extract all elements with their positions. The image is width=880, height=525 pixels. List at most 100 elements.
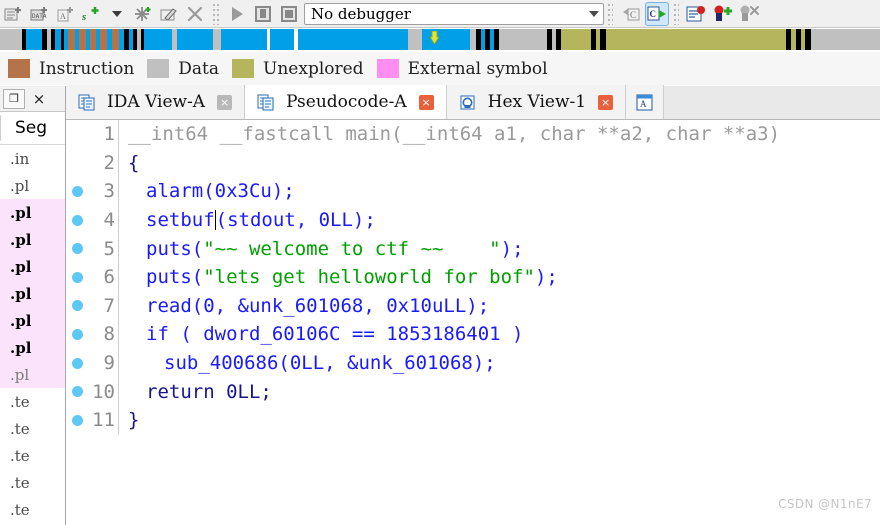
- decompile-icon[interactable]: C: [645, 1, 669, 26]
- nav-segment[interactable]: [112, 29, 119, 50]
- code-line[interactable]: 5 puts("~~ welcome to ctf ~~ ");: [66, 234, 880, 263]
- nav-segment[interactable]: [499, 29, 547, 50]
- segment-row[interactable]: .pl: [0, 280, 65, 307]
- dropdown-arrow-icon[interactable]: [105, 2, 129, 26]
- debugger-select-value: No debugger: [311, 4, 411, 23]
- legend-label: Data: [178, 58, 220, 79]
- legend-item: Instruction: [8, 59, 134, 79]
- code-line[interactable]: 10 return 0LL;: [66, 377, 880, 406]
- code-line[interactable]: 7 read(0, &unk_601068, 0x10uLL);: [66, 291, 880, 321]
- nav-segment[interactable]: [298, 29, 408, 50]
- breakpoint-dot-icon[interactable]: [66, 271, 88, 283]
- breakpoint-dot-icon[interactable]: [66, 386, 88, 398]
- nav-segment[interactable]: [144, 29, 172, 50]
- code-token: sub_400686(0LL, &unk_601068);: [164, 352, 496, 375]
- breakpoint-dot-icon[interactable]: [66, 214, 88, 226]
- delete-breakpoint-icon[interactable]: [737, 2, 761, 26]
- segment-row[interactable]: .te: [0, 469, 65, 496]
- segment-row[interactable]: .pl: [0, 334, 65, 361]
- code-token: );: [534, 266, 558, 289]
- delete-icon[interactable]: [183, 2, 207, 26]
- tab-structures[interactable]: A: [626, 85, 665, 119]
- code-line[interactable]: 3 alarm(0x3Cu);: [66, 177, 880, 206]
- create-data-icon[interactable]: DATA: [27, 2, 51, 26]
- chevron-down-icon[interactable]: [589, 10, 599, 17]
- segment-row[interactable]: .te: [0, 415, 65, 442]
- segment-row[interactable]: .pl: [0, 253, 65, 280]
- legend-swatch-external: [376, 59, 399, 78]
- breakpoint-dot-icon[interactable]: [66, 328, 88, 340]
- pseudocode-editor[interactable]: 1 __int64 __fastcall main(__int64 a1, cha…: [66, 120, 880, 525]
- restore-window-button[interactable]: ❐: [3, 88, 25, 109]
- edit-icon[interactable]: [157, 2, 181, 26]
- nav-segment[interactable]: [561, 29, 591, 50]
- code-line[interactable]: 1 __int64 __fastcall main(__int64 a1, cha…: [66, 120, 880, 149]
- code-line[interactable]: 4 setbuf(stdout, 0LL);: [66, 205, 880, 235]
- breakpoint-dot-icon[interactable]: [66, 185, 88, 197]
- tab-hex-view-1[interactable]: Hex View-1 ×: [446, 85, 627, 119]
- create-code-icon[interactable]: [1, 2, 25, 26]
- nav-segment[interactable]: [408, 29, 422, 50]
- create-string-icon[interactable]: s: [79, 2, 103, 26]
- segments-list[interactable]: .in .pl .pl .pl .pl .pl .pl .pl .pl .te .te .te .te.…: [0, 145, 65, 525]
- create-ascii-icon[interactable]: A: [53, 2, 77, 26]
- code-line[interactable]: 9 sub_400686(0LL, &unk_601068);: [66, 348, 880, 378]
- segment-row[interactable]: .te: [0, 388, 65, 415]
- close-window-button[interactable]: ×: [29, 89, 49, 109]
- nav-segment[interactable]: [68, 29, 75, 50]
- close-icon[interactable]: ×: [598, 94, 614, 110]
- segment-row[interactable]: .pl: [0, 199, 65, 226]
- add-breakpoint-icon[interactable]: [711, 2, 735, 26]
- breakpoint-dot-icon[interactable]: [66, 243, 88, 255]
- nav-segment[interactable]: [213, 29, 221, 50]
- stop-icon[interactable]: [277, 2, 301, 26]
- code-text: alarm(0x3Cu);: [128, 180, 295, 202]
- segment-row[interactable]: .pl: [0, 226, 65, 253]
- breakpoint-dot-icon[interactable]: [66, 357, 88, 369]
- svg-text:DATA: DATA: [32, 13, 47, 20]
- segments-column-header: Seg: [0, 112, 65, 145]
- code-line[interactable]: 2{: [66, 148, 880, 178]
- breakpoint-dot-icon[interactable]: [66, 300, 88, 312]
- breakpoint-list-icon[interactable]: [685, 2, 709, 26]
- line-number: 2: [103, 151, 115, 174]
- segment-row[interactable]: .pl: [0, 172, 65, 199]
- code-line[interactable]: 8 if ( dword_60106C == 1853186401 ): [66, 320, 880, 349]
- nav-segment[interactable]: [221, 29, 267, 50]
- nav-segment[interactable]: [79, 29, 86, 50]
- navigation-band[interactable]: [0, 29, 880, 50]
- code-line[interactable]: 6 puts("lets get helloworld for bof");: [66, 262, 880, 292]
- legend-swatch-unexplored: [232, 59, 255, 78]
- close-icon[interactable]: ×: [217, 94, 233, 110]
- pause-icon[interactable]: [251, 2, 275, 26]
- decompile-prev-icon[interactable]: C: [619, 2, 643, 26]
- nav-segment[interactable]: [100, 29, 107, 50]
- nav-segment[interactable]: [811, 29, 841, 50]
- tab-ida-view-a[interactable]: IDA View-A ×: [66, 85, 246, 119]
- run-icon[interactable]: [225, 2, 249, 26]
- nav-segment[interactable]: [26, 29, 42, 50]
- segment-row[interactable]: .pl: [0, 307, 65, 334]
- code-token: }: [128, 409, 140, 432]
- undefine-icon[interactable]: [131, 2, 155, 26]
- nav-segment[interactable]: [606, 29, 786, 50]
- tab-pseudocode-a[interactable]: Pseudocode-A ×: [245, 85, 447, 119]
- line-number: 10: [92, 380, 115, 403]
- segment-row[interactable]: .pl: [0, 361, 65, 388]
- gutter-divider: [118, 348, 119, 378]
- code-text: if ( dword_60106C == 1853186401 ): [128, 323, 524, 345]
- code-line[interactable]: 11}: [66, 405, 880, 435]
- nav-segment[interactable]: [0, 29, 22, 50]
- segment-row[interactable]: .te: [0, 442, 65, 469]
- nav-segment[interactable]: [270, 29, 294, 50]
- code-text: return 0LL;: [128, 381, 272, 403]
- segment-row[interactable]: .te: [0, 496, 65, 523]
- breakpoint-dot-icon[interactable]: [66, 414, 88, 426]
- debugger-select[interactable]: No debugger: [304, 2, 604, 25]
- nav-segment[interactable]: [177, 29, 213, 50]
- close-icon[interactable]: ×: [418, 94, 434, 110]
- column-header-segment[interactable]: Seg: [0, 115, 47, 141]
- navigation-cursor-marker: [429, 29, 440, 45]
- segment-row[interactable]: .in: [0, 145, 65, 172]
- code-token: {: [128, 151, 140, 174]
